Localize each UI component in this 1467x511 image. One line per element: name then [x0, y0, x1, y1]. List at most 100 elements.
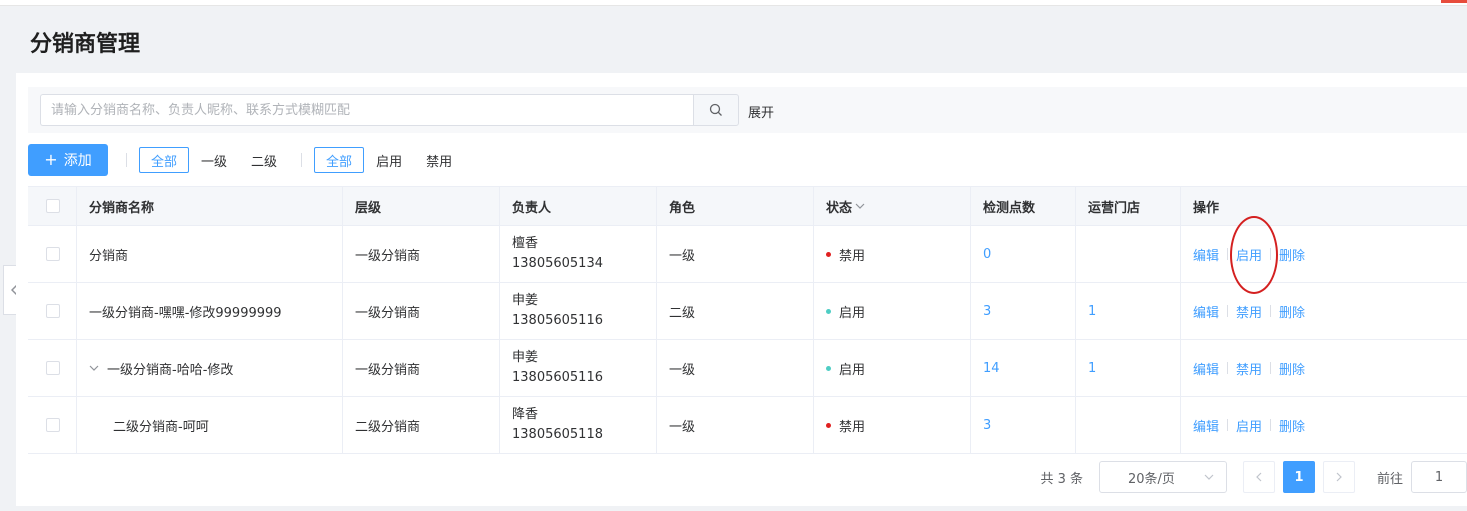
divider	[126, 153, 127, 167]
page-size-value: 20条/页	[1127, 471, 1175, 487]
toggle-status-button[interactable]: 启用	[1236, 245, 1262, 264]
edit-button[interactable]: 编辑	[1193, 245, 1219, 264]
status-text: 禁用	[839, 419, 866, 435]
op-divider	[1270, 419, 1272, 431]
points-cell: 3	[971, 283, 1076, 339]
table-header: 分销商名称 层级 负责人 角色 状态 检测点数 运营门店 操作	[28, 186, 1467, 226]
op-divider	[1227, 419, 1229, 431]
owner-name: 申姜	[512, 293, 539, 308]
edit-button[interactable]: 编辑	[1193, 359, 1219, 378]
delete-button[interactable]: 删除	[1279, 302, 1305, 321]
toolbar: + 添加 全部 一级 二级 全部 启用 禁用	[28, 144, 464, 176]
row-select-cell	[28, 340, 77, 396]
col-stores: 运营门店	[1076, 187, 1181, 225]
status-dot-enabled	[826, 365, 831, 371]
points-link[interactable]: 3	[983, 418, 991, 433]
role: 一级	[657, 340, 814, 396]
delete-button[interactable]: 删除	[1279, 416, 1305, 435]
owner-name: 申姜	[512, 350, 539, 365]
points-link[interactable]: 3	[983, 304, 991, 319]
points-cell: 14	[971, 340, 1076, 396]
owner-cell: 申姜 13805605116	[500, 340, 657, 396]
row-checkbox[interactable]	[46, 247, 60, 261]
role: 一级	[657, 226, 814, 282]
op-divider	[1227, 305, 1229, 317]
chevron-down-icon[interactable]	[89, 364, 99, 372]
owner-name: 檀香	[512, 236, 539, 251]
page-number-button[interactable]: 1	[1282, 461, 1315, 493]
row-checkbox[interactable]	[46, 304, 60, 318]
op-divider	[1270, 362, 1272, 374]
status-cell: 禁用	[814, 397, 971, 453]
distributor-name: 分销商	[77, 226, 343, 282]
stores-cell: 1	[1076, 340, 1181, 396]
edit-button[interactable]: 编辑	[1193, 302, 1219, 321]
delete-button[interactable]: 删除	[1279, 245, 1305, 264]
status-dot-disabled	[826, 251, 831, 257]
select-all-checkbox[interactable]	[46, 199, 60, 213]
add-button[interactable]: + 添加	[28, 144, 108, 176]
distributor-level: 二级分销商	[343, 397, 500, 453]
search-button[interactable]	[693, 94, 739, 126]
level-filter-all[interactable]: 全部	[139, 147, 190, 173]
distributor-level: 一级分销商	[343, 283, 500, 339]
toggle-status-button[interactable]: 禁用	[1236, 359, 1262, 378]
row-checkbox[interactable]	[46, 418, 60, 432]
actions-cell: 编辑 启用 删除	[1181, 397, 1467, 453]
level-filter-first[interactable]: 一级	[189, 147, 239, 173]
level-filter-second[interactable]: 二级	[239, 147, 289, 173]
points-link[interactable]: 0	[983, 247, 991, 262]
next-page-button[interactable]	[1322, 461, 1355, 493]
owner-cell: 降香 13805605118	[500, 397, 657, 453]
owner-phone: 13805605116	[512, 370, 603, 385]
table-row: 分销商 一级分销商 檀香 13805605134 一级 禁用 0 编辑 启用 删除	[28, 226, 1467, 283]
search-input[interactable]	[40, 94, 694, 126]
col-status[interactable]: 状态	[814, 187, 971, 225]
table-row: 一级分销商-哈哈-修改 一级分销商 申姜 13805605116 一级 启用 14…	[28, 340, 1467, 397]
stores-cell: 1	[1076, 283, 1181, 339]
search-bar: 展开	[28, 87, 1467, 133]
status-cell: 启用	[814, 283, 971, 339]
goto-label: 前往	[1376, 471, 1403, 487]
toggle-status-button[interactable]: 禁用	[1236, 302, 1262, 321]
distributor-name: 一级分销商-嘿嘿-修改99999999	[77, 283, 343, 339]
col-name: 分销商名称	[77, 187, 343, 225]
status-filter-disabled[interactable]: 禁用	[414, 147, 464, 173]
edit-button[interactable]: 编辑	[1193, 416, 1219, 435]
chevron-left-icon	[1256, 472, 1262, 482]
table-row: 一级分销商-嘿嘿-修改99999999 一级分销商 申姜 13805605116 …	[28, 283, 1467, 340]
status-cell: 启用	[814, 340, 971, 396]
row-select-cell	[28, 226, 77, 282]
toggle-status-button[interactable]: 启用	[1236, 416, 1262, 435]
owner-phone: 13805605134	[512, 256, 603, 271]
stores-link[interactable]: 1	[1088, 361, 1096, 376]
page-size-select[interactable]: 20条/页	[1098, 461, 1227, 493]
stores-cell	[1076, 226, 1181, 282]
row-checkbox[interactable]	[46, 361, 60, 375]
row-select-cell	[28, 397, 77, 453]
pagination: 共 3 条 20条/页 1 前往	[1040, 461, 1467, 493]
distributor-name-cell: 一级分销商-哈哈-修改	[77, 340, 343, 396]
goto-page-input[interactable]	[1411, 461, 1467, 493]
col-points: 检测点数	[971, 187, 1076, 225]
prev-page-button[interactable]	[1242, 461, 1275, 493]
distributor-table: 分销商名称 层级 负责人 角色 状态 检测点数 运营门店 操作 分销商 一级分销…	[28, 186, 1467, 454]
delete-button[interactable]: 删除	[1279, 359, 1305, 378]
status-filter-all[interactable]: 全部	[314, 147, 365, 173]
status-text: 启用	[839, 362, 866, 378]
role: 二级	[657, 283, 814, 339]
table-row: 二级分销商-呵呵 二级分销商 降香 13805605118 一级 禁用 3 编辑 …	[28, 397, 1467, 454]
distributor-level: 一级分销商	[343, 340, 500, 396]
main-card: 展开 + 添加 全部 一级 二级 全部 启用 禁用 分销商名称 层级 负责人 角…	[16, 73, 1467, 506]
stores-cell	[1076, 397, 1181, 453]
header-select-cell	[28, 187, 77, 225]
col-level: 层级	[343, 187, 500, 225]
page-title: 分销商管理	[30, 32, 141, 57]
stores-link[interactable]: 1	[1088, 304, 1096, 319]
top-bar	[0, 0, 1467, 6]
expand-link[interactable]: 展开	[748, 102, 774, 121]
points-cell: 0	[971, 226, 1076, 282]
col-status-label: 状态	[826, 200, 853, 216]
points-link[interactable]: 14	[983, 361, 1000, 376]
status-filter-enabled[interactable]: 启用	[364, 147, 414, 173]
